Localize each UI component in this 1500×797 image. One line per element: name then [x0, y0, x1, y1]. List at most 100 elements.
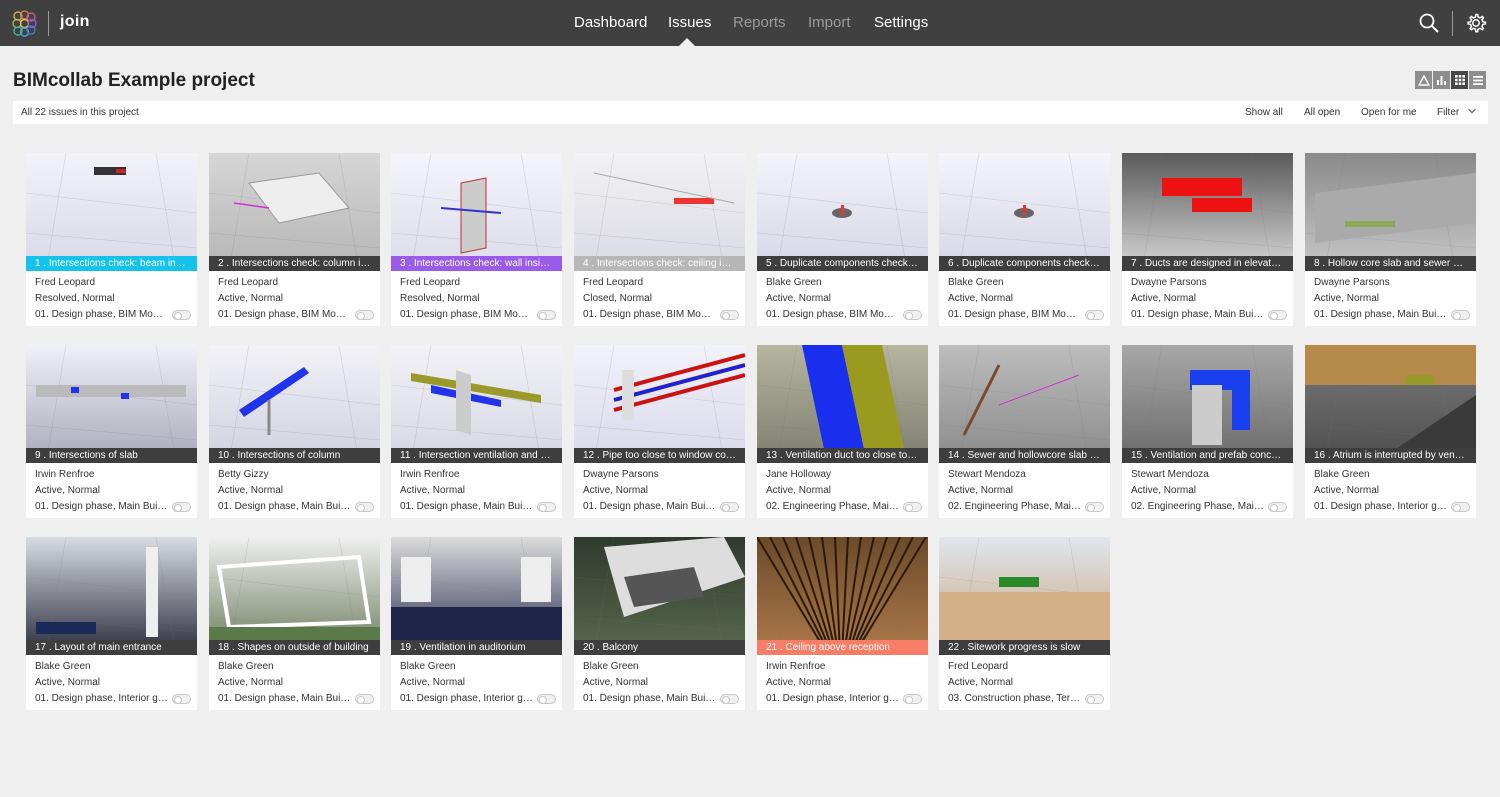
issue-toggle[interactable] — [720, 502, 739, 512]
list-view-icon[interactable] — [1469, 71, 1487, 89]
issue-card[interactable]: 9 . Intersections of slab Irwin Renfroe Ac… — [26, 345, 197, 518]
issue-toggle[interactable] — [537, 310, 556, 320]
nav-issues[interactable]: Issues — [668, 14, 711, 31]
thumb-duplicate-spaces[interactable] — [939, 153, 1110, 271]
thumb-column-intersection[interactable] — [209, 345, 380, 463]
issue-title[interactable]: 17 . Layout of main entrance — [26, 640, 197, 655]
issue-toggle[interactable] — [1085, 694, 1104, 704]
issue-title[interactable]: 3 . Intersections check: wall inside sla… — [391, 256, 562, 271]
issue-toggle[interactable] — [720, 694, 739, 704]
issue-title[interactable]: 13 . Ventilation duct too close to wall — [757, 448, 928, 463]
issue-title[interactable]: 22 . Sitework progress is slow — [939, 640, 1110, 655]
all-open-link[interactable]: All open — [1304, 107, 1340, 118]
issue-card[interactable]: 19 . Ventilation in auditorium Blake Gree… — [391, 537, 562, 710]
thumb-pipe-window[interactable] — [574, 345, 745, 463]
issue-card[interactable]: 5 . Duplicate components check spaces Bla… — [757, 153, 928, 326]
issue-title[interactable]: 2 . Intersections check: column inside s… — [209, 256, 380, 271]
issue-card[interactable]: 20 . Balcony Blake Green Active, Normal 01.… — [574, 537, 745, 710]
issue-toggle[interactable] — [1085, 502, 1104, 512]
issue-title[interactable]: 20 . Balcony — [574, 640, 745, 655]
issue-title[interactable]: 21 . Ceiling above reception — [757, 640, 928, 655]
thumb-slab-intersection[interactable] — [26, 345, 197, 463]
issue-toggle[interactable] — [172, 694, 191, 704]
issue-toggle[interactable] — [720, 310, 739, 320]
nav-reports[interactable]: Reports — [733, 14, 786, 31]
issue-title[interactable]: 9 . Intersections of slab — [26, 448, 197, 463]
issue-title[interactable]: 12 . Pipe too close to window comparing — [574, 448, 745, 463]
search-icon[interactable] — [1418, 12, 1440, 34]
issue-title[interactable]: 7 . Ducts are designed in elevator shaft — [1122, 256, 1293, 271]
thumb-auditorium[interactable] — [391, 537, 562, 655]
issue-title[interactable]: 16 . Atrium is interrupted by ventilatio… — [1305, 448, 1476, 463]
issue-toggle[interactable] — [1451, 310, 1470, 320]
issue-toggle[interactable] — [1085, 310, 1104, 320]
chevron-down-icon[interactable] — [1467, 106, 1477, 116]
issue-title[interactable]: 19 . Ventilation in auditorium — [391, 640, 562, 655]
issue-card[interactable]: 1 . Intersections check: beam inside wal… — [26, 153, 197, 326]
thumb-ventilation-duct[interactable] — [757, 345, 928, 463]
issue-card[interactable]: 21 . Ceiling above reception Irwin Renfro… — [757, 537, 928, 710]
issue-card[interactable]: 6 . Duplicate components check spaces Bla… — [939, 153, 1110, 326]
thumb-ventilation-prefab[interactable] — [1122, 345, 1293, 463]
bar-chart-icon[interactable] — [1433, 71, 1451, 89]
issue-title[interactable]: 15 . Ventilation and prefab concrete — [1122, 448, 1293, 463]
issue-title[interactable]: 8 . Hollow core slab and sewer are colli… — [1305, 256, 1476, 271]
issue-card[interactable]: 3 . Intersections check: wall inside sla… — [391, 153, 562, 326]
issue-toggle[interactable] — [1268, 310, 1287, 320]
issue-toggle[interactable] — [903, 502, 922, 512]
issue-card[interactable]: 16 . Atrium is interrupted by ventilatio… — [1305, 345, 1476, 518]
issue-card[interactable]: 18 . Shapes on outside of building Blake … — [209, 537, 380, 710]
thumb-duplicate-spaces[interactable] — [757, 153, 928, 271]
show-all-link[interactable]: Show all — [1245, 107, 1283, 118]
issue-card[interactable]: 12 . Pipe too close to window comparing D… — [574, 345, 745, 518]
issue-toggle[interactable] — [537, 502, 556, 512]
filter-dropdown[interactable]: Filter — [1437, 107, 1459, 118]
issue-title[interactable]: 1 . Intersections check: beam inside wal… — [26, 256, 197, 271]
issue-toggle[interactable] — [355, 694, 374, 704]
issue-title[interactable]: 6 . Duplicate components check spaces — [939, 256, 1110, 271]
grid-view-icon[interactable] — [1451, 71, 1469, 89]
issue-toggle[interactable] — [903, 694, 922, 704]
issue-card[interactable]: 15 . Ventilation and prefab concrete Stew… — [1122, 345, 1293, 518]
gear-icon[interactable] — [1465, 12, 1487, 34]
thumb-atrium[interactable] — [1305, 345, 1476, 463]
thumb-building-shapes[interactable] — [209, 537, 380, 655]
open-for-me-link[interactable]: Open for me — [1361, 107, 1417, 118]
issue-title[interactable]: 18 . Shapes on outside of building — [209, 640, 380, 655]
logo-icon[interactable] — [11, 10, 38, 37]
thumb-ventilation-wall[interactable] — [391, 345, 562, 463]
issue-toggle[interactable] — [355, 310, 374, 320]
thumb-column-inside-slab[interactable] — [209, 153, 380, 271]
thumb-sewer-slab[interactable] — [939, 345, 1110, 463]
nav-settings[interactable]: Settings — [874, 14, 928, 31]
issue-toggle[interactable] — [1451, 502, 1470, 512]
issue-toggle[interactable] — [537, 694, 556, 704]
issue-title[interactable]: 14 . Sewer and hollowcore slab intersect… — [939, 448, 1110, 463]
issue-title[interactable]: 5 . Duplicate components check spaces — [757, 256, 928, 271]
issue-toggle[interactable] — [172, 502, 191, 512]
issue-toggle[interactable] — [172, 310, 191, 320]
nav-import[interactable]: Import — [808, 14, 851, 31]
warning-triangle-icon[interactable] — [1415, 71, 1433, 89]
nav-dashboard[interactable]: Dashboard — [574, 14, 647, 31]
issue-toggle[interactable] — [1268, 502, 1287, 512]
issue-toggle[interactable] — [903, 310, 922, 320]
thumb-main-entrance[interactable] — [26, 537, 197, 655]
issue-card[interactable]: 4 . Intersections check: ceiling inside … — [574, 153, 745, 326]
thumb-beam-inside-wall[interactable] — [26, 153, 197, 271]
issue-title[interactable]: 11 . Intersection ventilation and wall — [391, 448, 562, 463]
thumb-ceiling-reception[interactable] — [757, 537, 928, 655]
issue-card[interactable]: 13 . Ventilation duct too close to wall J… — [757, 345, 928, 518]
issue-card[interactable]: 10 . Intersections of column Betty Gizzy A… — [209, 345, 380, 518]
issue-title[interactable]: 10 . Intersections of column — [209, 448, 380, 463]
thumb-wall-inside-slab[interactable] — [391, 153, 562, 271]
issue-card[interactable]: 7 . Ducts are designed in elevator shaft… — [1122, 153, 1293, 326]
issue-card[interactable]: 14 . Sewer and hollowcore slab intersect… — [939, 345, 1110, 518]
issue-card[interactable]: 22 . Sitework progress is slow Fred Leopa… — [939, 537, 1110, 710]
thumb-ceiling-inside-wall[interactable] — [574, 153, 745, 271]
issue-title[interactable]: 4 . Intersections check: ceiling inside … — [574, 256, 745, 271]
issue-toggle[interactable] — [355, 502, 374, 512]
issue-card[interactable]: 17 . Layout of main entrance Blake Green A… — [26, 537, 197, 710]
issue-card[interactable]: 2 . Intersections check: column inside s… — [209, 153, 380, 326]
issue-card[interactable]: 8 . Hollow core slab and sewer are colli… — [1305, 153, 1476, 326]
